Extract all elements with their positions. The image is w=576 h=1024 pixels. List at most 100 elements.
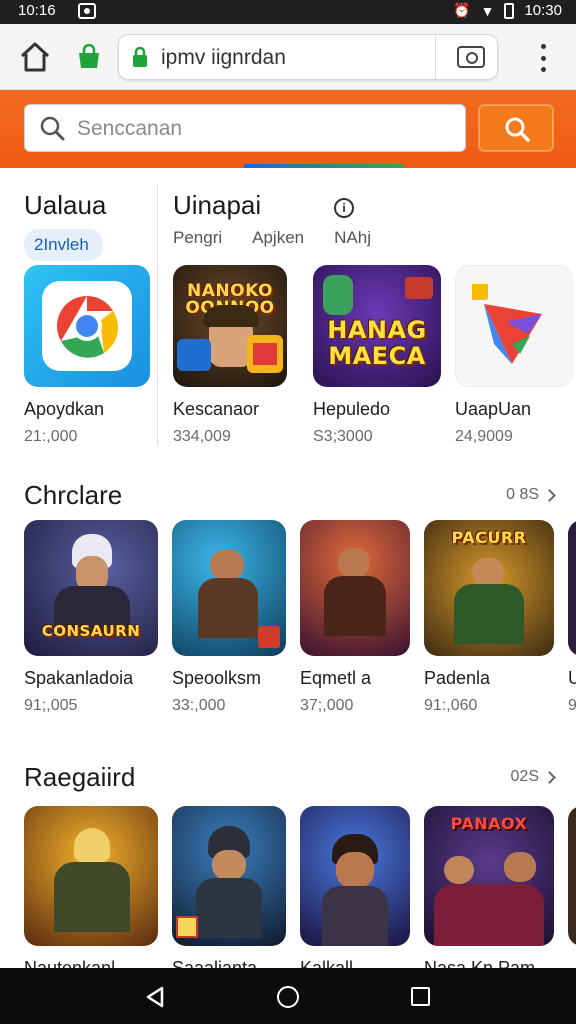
game-art: NANOKO OONNOO — [173, 265, 287, 387]
game-tile[interactable]: CONSAURN Spakanladoia 91;,005 — [24, 520, 158, 715]
recents-icon[interactable] — [411, 987, 430, 1006]
game-tile[interactable]: U 9 — [568, 520, 576, 715]
game-tile[interactable]: Saaalianta — [172, 806, 286, 968]
wifi-icon: ▼ — [480, 2, 495, 19]
game-count: 91;,005 — [24, 697, 78, 714]
game-tile[interactable]: Speoolksm 33:,000 — [172, 520, 286, 715]
subtab[interactable]: Apjken — [252, 228, 304, 248]
alarm-icon: ⏰ — [453, 2, 471, 18]
search-icon — [40, 116, 65, 141]
divider — [435, 35, 436, 79]
see-more-link[interactable]: 0 8S — [506, 486, 556, 504]
game-tile[interactable]: Nautenkanl — [24, 806, 158, 968]
home-icon[interactable] — [18, 41, 52, 73]
status-bar: 10:16 ⏰ ▼ 10:30 — [0, 0, 576, 24]
game-art: HANAG MAECA — [313, 265, 441, 387]
app-art — [455, 265, 573, 387]
browser-toolbar: ipmv iignrdan — [0, 24, 576, 90]
game-art — [24, 806, 158, 946]
search-icon — [505, 117, 530, 142]
category-pill[interactable]: 2Invleh — [24, 229, 103, 261]
game-art: CONSAURN — [24, 520, 158, 656]
back-icon[interactable] — [144, 986, 166, 1008]
app-tile[interactable]: NANOKO OONNOO Kescanaor 334,009 — [173, 265, 299, 446]
app-tile[interactable]: HANAG MAECA Hepuledo S3;3000 — [313, 265, 441, 446]
subtab[interactable]: NAhj — [334, 228, 371, 248]
game-tile[interactable]: Kalkall — [300, 806, 410, 968]
game-name: Nasa Kn Pam — [424, 958, 536, 968]
notification-icon — [78, 3, 96, 19]
game-row: Nautenkanl Saaalianta Kalkall PANAOX Nas… — [24, 806, 576, 968]
game-art — [300, 806, 410, 946]
lock-icon — [133, 46, 147, 67]
search-button[interactable] — [478, 104, 554, 152]
app-tile[interactable]: Apoydkan 21:,000 — [24, 265, 150, 446]
section-title: Uinapai — [173, 190, 262, 220]
section-header: Chrclare 0 8S — [24, 480, 556, 514]
app-name: Apoydkan — [24, 399, 105, 419]
game-art — [172, 520, 286, 656]
section-header: Raegaiird 02S — [24, 762, 556, 796]
game-count: 33:,000 — [172, 697, 226, 714]
game-name: Padenla — [424, 668, 491, 688]
subtabs: Pengri Apjken NAhj — [173, 228, 371, 248]
divider — [157, 184, 158, 446]
game-tile[interactable] — [568, 806, 576, 968]
play-icon — [472, 284, 542, 364]
address-bar[interactable]: ipmv iignrdan — [118, 34, 498, 80]
section-title: Raegaiird — [24, 762, 136, 792]
chevron-right-icon — [543, 770, 556, 784]
see-more-label: 0 8S — [506, 486, 539, 503]
app-count: 24,9009 — [455, 428, 513, 445]
art-title: PACURR — [451, 528, 527, 547]
search-input[interactable]: Senccanan — [24, 104, 466, 152]
game-count: 37;,000 — [300, 697, 354, 714]
app-count: S3;3000 — [313, 428, 373, 445]
status-icons: ⏰ ▼ 10:30 — [453, 2, 562, 19]
system-nav-bar — [0, 968, 576, 1024]
status-time: 10:16 — [18, 2, 56, 19]
game-name: Kalkall — [300, 958, 354, 968]
game-tile[interactable]: Eqmetl a 37;,000 — [300, 520, 410, 715]
shopping-bag-icon[interactable] — [76, 44, 102, 70]
app-row: NANOKO OONNOO Kescanaor 334,009 HANAG MA… — [173, 265, 576, 446]
section-title: Chrclare — [24, 480, 123, 510]
game-name: Nautenkanl — [24, 958, 116, 968]
art-title: CONSAURN — [41, 622, 141, 640]
more-options-icon[interactable] — [538, 44, 548, 72]
tabs-icon[interactable] — [457, 46, 485, 68]
game-name: Eqmetl a — [300, 668, 372, 688]
search-placeholder: Senccanan — [77, 117, 183, 140]
subtab[interactable]: Pengri — [173, 228, 222, 248]
game-tile[interactable]: PACURR Padenla 91:,060 — [424, 520, 554, 715]
game-count: 91:,060 — [424, 697, 478, 714]
featured-left: Ualaua 2Invleh — [24, 190, 106, 261]
app-name: Hepuledo — [313, 399, 391, 419]
game-row: CONSAURN Spakanladoia 91;,005 Speoolksm … — [24, 520, 576, 715]
app-tile[interactable]: UaapUan 24,9009 — [455, 265, 573, 446]
url-text: ipmv iignrdan — [161, 46, 286, 69]
status-time-right: 10:30 — [524, 2, 562, 19]
see-more-label: 02S — [510, 768, 539, 785]
game-tile[interactable]: PANAOX Nasa Kn Pam — [424, 806, 554, 968]
battery-icon — [504, 2, 515, 19]
info-icon[interactable]: i — [334, 198, 354, 218]
game-art — [172, 806, 286, 946]
app-name: UaapUan — [455, 399, 532, 419]
game-art: PANAOX — [424, 806, 554, 946]
featured-right: Uinapai — [173, 190, 261, 221]
app-name: Kescanaor — [173, 399, 260, 419]
game-name: U — [568, 668, 576, 688]
game-name: Spakanladoia — [24, 668, 134, 688]
chrome-icon — [56, 296, 119, 358]
app-count: 334,009 — [173, 428, 231, 445]
home-nav-icon[interactable] — [277, 986, 299, 1008]
art-title: PANAOX — [450, 814, 528, 833]
app-row: Apoydkan 21:,000 — [24, 265, 150, 446]
game-name: Saaalianta — [172, 958, 258, 968]
game-count: 9 — [568, 697, 576, 714]
see-more-link[interactable]: 02S — [510, 768, 556, 786]
app-art — [24, 265, 150, 387]
art-title: HANAG MAECA — [327, 316, 427, 370]
chevron-right-icon — [543, 488, 556, 502]
